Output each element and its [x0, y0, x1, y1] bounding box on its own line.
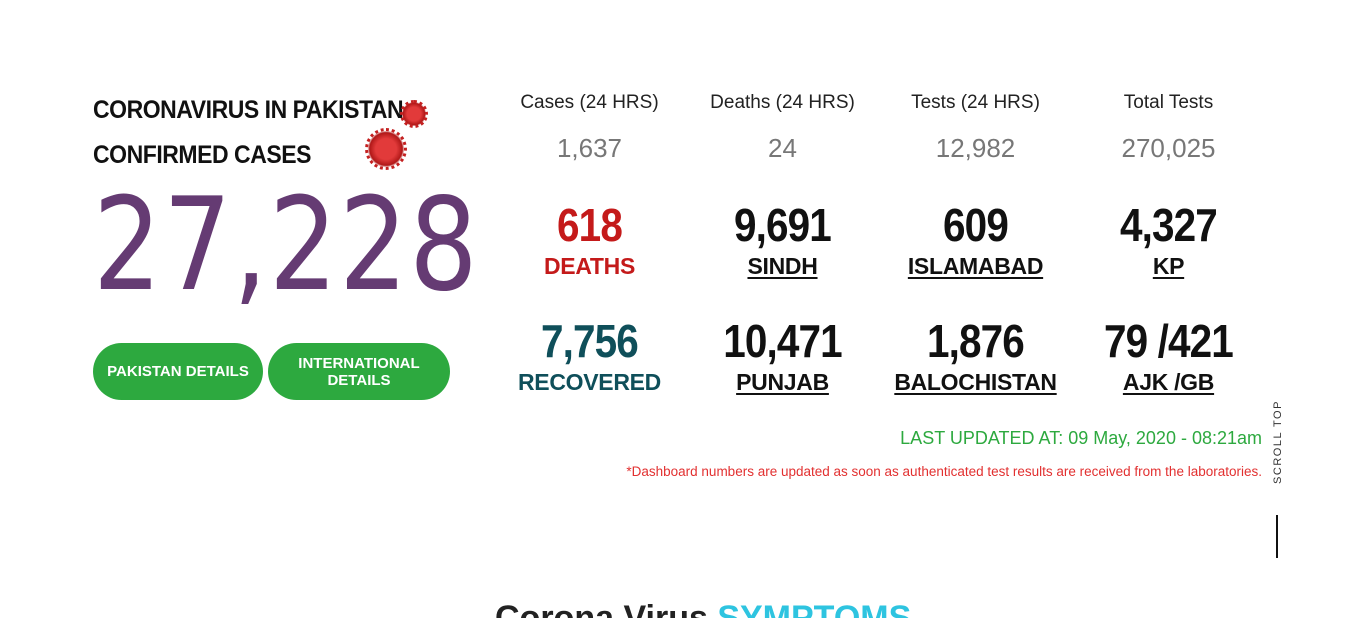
balochistan-link[interactable]: BALOCHISTAN [879, 366, 1072, 398]
stat-deaths-24h: Deaths (24 HRS) 24 [686, 88, 879, 170]
stat-label: Tests (24 HRS) [911, 92, 1040, 113]
last-updated-text: LAST UPDATED AT: 09 May, 2020 - 08:21am [900, 428, 1262, 448]
stat-value: 1,637 [556, 133, 623, 163]
ajk-gb-value: 79 /421 [1104, 315, 1234, 367]
stat-value: 12,982 [935, 133, 1016, 163]
islamabad-link[interactable]: ISLAMABAD [879, 250, 1072, 282]
section-heading-part2: SYMPTOMS [717, 599, 912, 618]
stat-cases-24h: Cases (24 HRS) 1,637 [493, 88, 686, 170]
ajk-gb-link[interactable]: AJK /GB [1072, 366, 1265, 398]
stat-tests-24h: Tests (24 HRS) 12,982 [879, 88, 1072, 170]
section-heading-part1: Corona Virus [495, 599, 708, 618]
balochistan-value: 1,876 [927, 315, 1025, 367]
stat-value: 270,025 [1121, 133, 1216, 163]
stat-label: Deaths (24 HRS) [710, 92, 855, 113]
stat-value: 24 [768, 133, 797, 163]
stat-deaths: 618 DEATHS [493, 200, 686, 282]
recovered-label: RECOVERED [518, 369, 661, 395]
scroll-top-line [1276, 515, 1278, 558]
scroll-top-button[interactable]: SCROLL TOP [1266, 392, 1290, 492]
virus-icon [400, 100, 428, 128]
international-details-button[interactable]: INTERNATIONAL DETAILS [268, 343, 450, 400]
stat-kp: 4,327 KP [1072, 200, 1265, 282]
section-heading: Corona Virus SYMPTOMS [495, 598, 911, 618]
stat-ajk-gb: 79 /421 AJK /GB [1072, 316, 1265, 398]
virus-icon [365, 128, 407, 170]
confirmed-cases-total: 27,228 [93, 171, 480, 320]
deaths-label: DEATHS [543, 253, 636, 279]
hero-title-line1: CORONAVIRUS IN PAKISTAN [93, 96, 404, 124]
disclaimer-text: *Dashboard numbers are updated as soon a… [626, 464, 1262, 479]
stat-label: Cases (24 HRS) [520, 92, 659, 113]
pakistan-details-button[interactable]: PAKISTAN DETAILS [93, 343, 263, 400]
kp-value: 4,327 [1120, 199, 1218, 251]
punjab-link[interactable]: PUNJAB [686, 366, 879, 398]
punjab-value: 10,471 [723, 315, 842, 367]
stat-sindh: 9,691 SINDH [686, 200, 879, 282]
stat-recovered: 7,756 RECOVERED [493, 316, 686, 398]
recovered-value: 7,756 [541, 315, 639, 367]
stat-label: Total Tests [1123, 92, 1214, 113]
stat-balochistan: 1,876 BALOCHISTAN [879, 316, 1072, 398]
sindh-link[interactable]: SINDH [686, 250, 879, 282]
stat-punjab: 10,471 PUNJAB [686, 316, 879, 398]
scroll-top-label: SCROLL TOP [1272, 400, 1285, 484]
stat-total-tests: Total Tests 270,025 [1072, 88, 1265, 170]
sindh-value: 9,691 [734, 199, 832, 251]
islamabad-value: 609 [943, 199, 1009, 251]
details-buttons: PAKISTAN DETAILS INTERNATIONAL DETAILS [93, 343, 450, 400]
kp-link[interactable]: KP [1072, 250, 1265, 282]
stat-islamabad: 609 ISLAMABAD [879, 200, 1072, 282]
deaths-value: 618 [557, 199, 623, 251]
hero-panel: CORONAVIRUS IN PAKISTAN CONFIRMED CASES … [93, 88, 478, 400]
